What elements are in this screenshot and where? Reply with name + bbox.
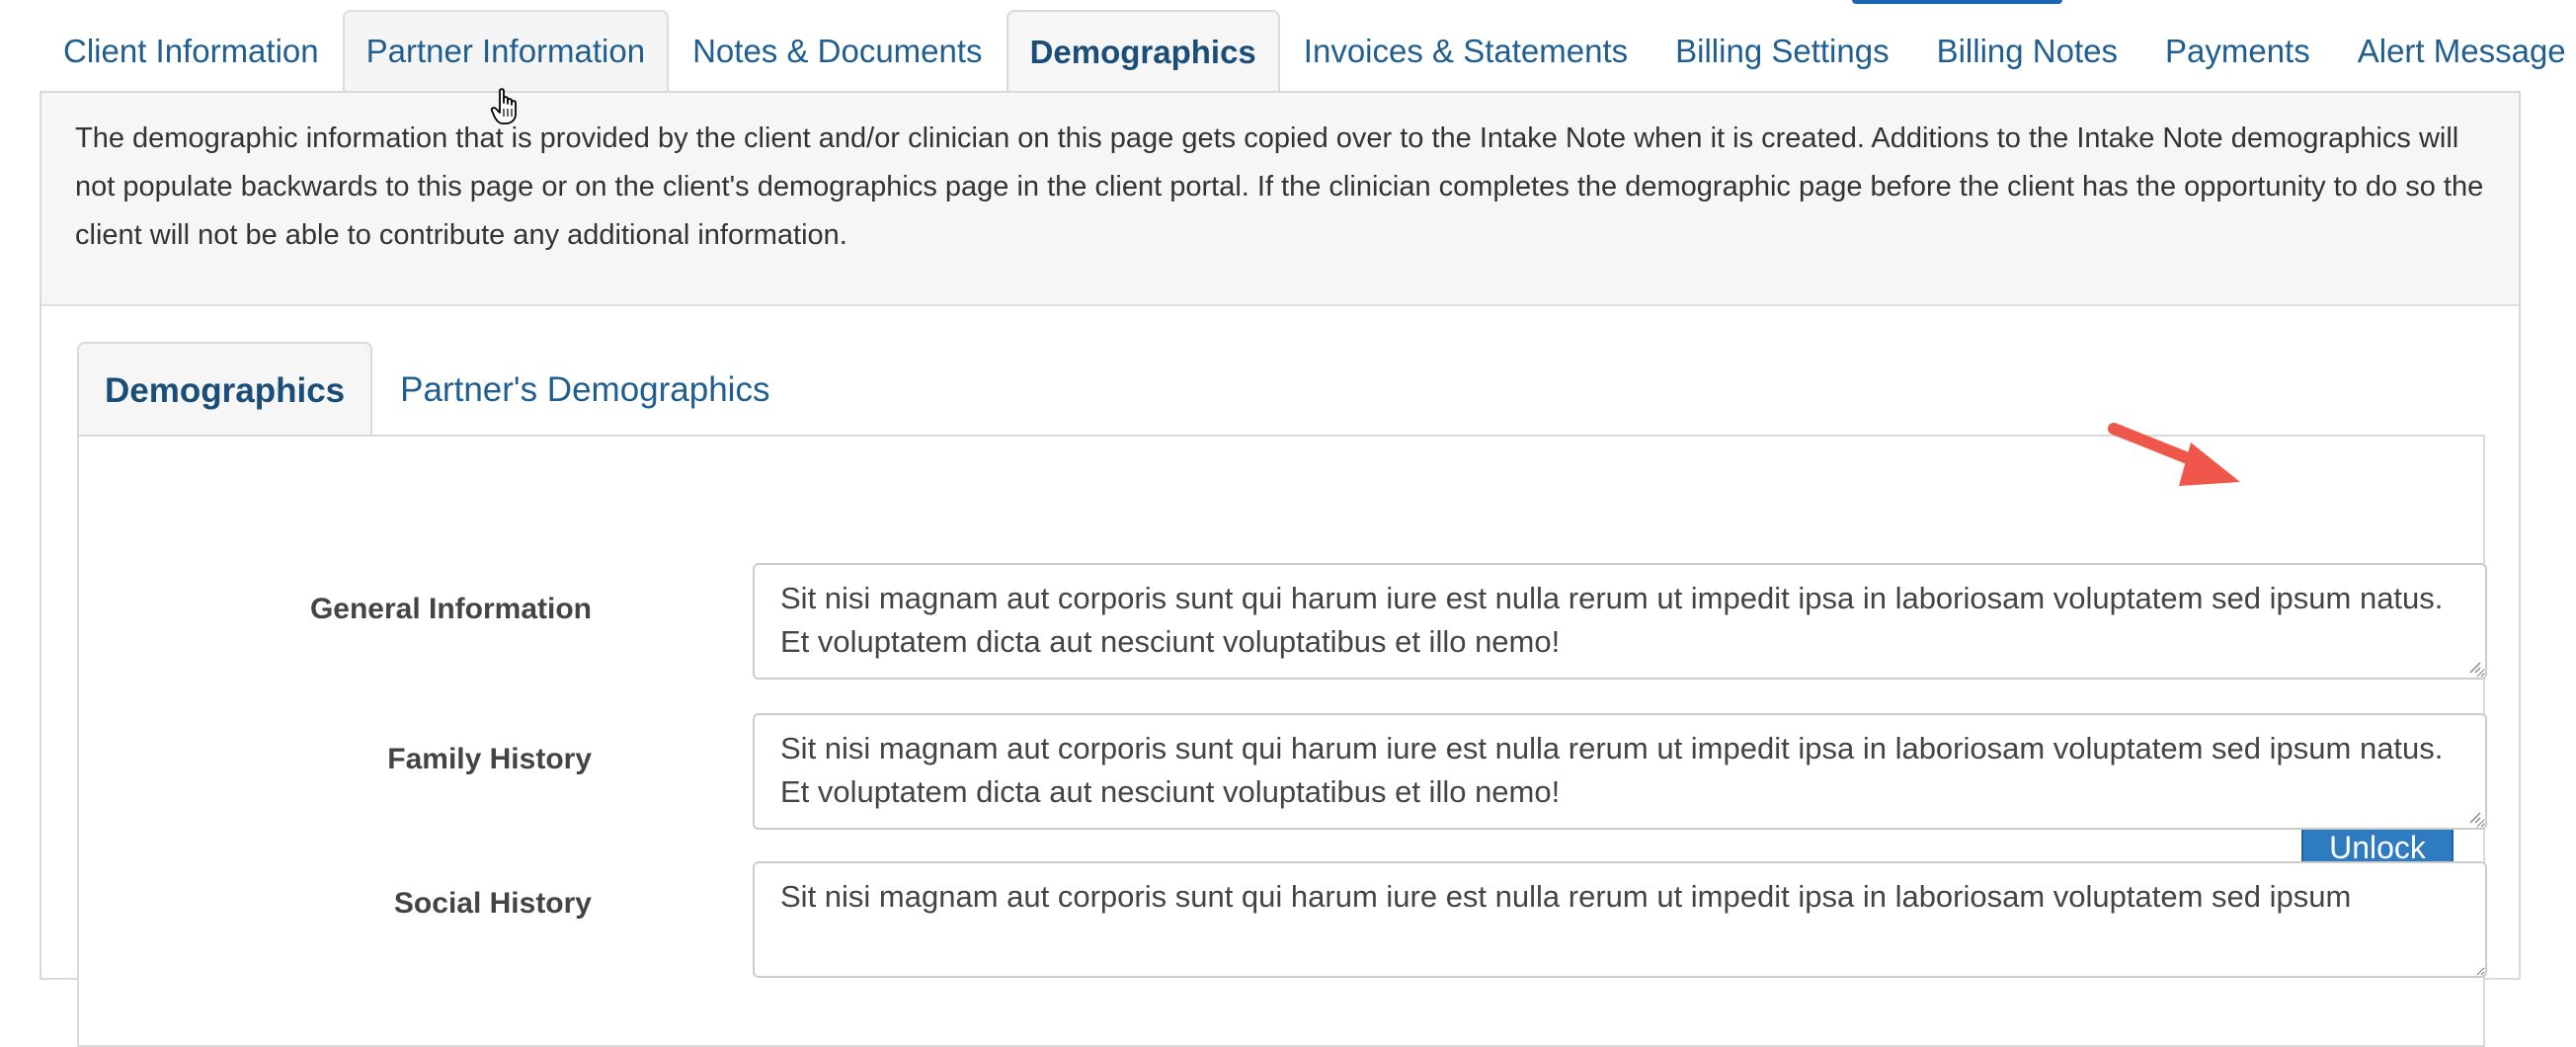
- tab-demographics[interactable]: Demographics: [1006, 10, 1280, 93]
- tab-partner-information[interactable]: Partner Information: [342, 10, 670, 91]
- social-history-label: Social History: [393, 887, 592, 920]
- family-history-label: Family History: [387, 743, 592, 775]
- top-partial-element: [1852, 0, 2062, 4]
- general-information-value: Sit nisi magnam aut corporis sunt qui ha…: [780, 581, 2444, 659]
- subtab-demographics[interactable]: Demographics: [77, 342, 373, 439]
- family-history-textarea[interactable]: Sit nisi magnam aut corporis sunt qui ha…: [753, 713, 2487, 830]
- info-notice: The demographic information that is prov…: [41, 93, 2519, 306]
- social-history-textarea[interactable]: Sit nisi magnam aut corporis sunt qui ha…: [753, 861, 2487, 978]
- tab-billing-notes[interactable]: Billing Notes: [1913, 10, 2141, 91]
- demographics-panel: The demographic information that is prov…: [40, 91, 2521, 1047]
- demographics-form-panel: Unlock General Information Sit nisi magn…: [77, 435, 2487, 1047]
- tab-client-information[interactable]: Client Information: [40, 10, 343, 91]
- tab-payments[interactable]: Payments: [2141, 10, 2334, 91]
- tab-alert-message[interactable]: Alert Message: [2334, 10, 2576, 91]
- resize-grip-icon[interactable]: [2467, 810, 2481, 824]
- general-information-label: General Information: [309, 593, 592, 625]
- sub-tab-bar: Demographics Partner's Demographics: [77, 338, 797, 439]
- tab-billing-settings[interactable]: Billing Settings: [1651, 10, 1912, 91]
- hand-cursor-icon: [490, 88, 517, 124]
- subtab-partners-demographics[interactable]: Partner's Demographics: [372, 342, 797, 437]
- resize-grip-icon[interactable]: [2467, 660, 2481, 674]
- main-tab-bar: Client Information Partner Information N…: [40, 10, 2576, 93]
- tab-invoices-statements[interactable]: Invoices & Statements: [1280, 10, 1651, 91]
- family-history-value: Sit nisi magnam aut corporis sunt qui ha…: [780, 731, 2444, 809]
- general-information-textarea[interactable]: Sit nisi magnam aut corporis sunt qui ha…: [753, 563, 2487, 680]
- tab-notes-documents[interactable]: Notes & Documents: [669, 10, 1006, 91]
- annotation-arrow-icon: [2108, 423, 2240, 486]
